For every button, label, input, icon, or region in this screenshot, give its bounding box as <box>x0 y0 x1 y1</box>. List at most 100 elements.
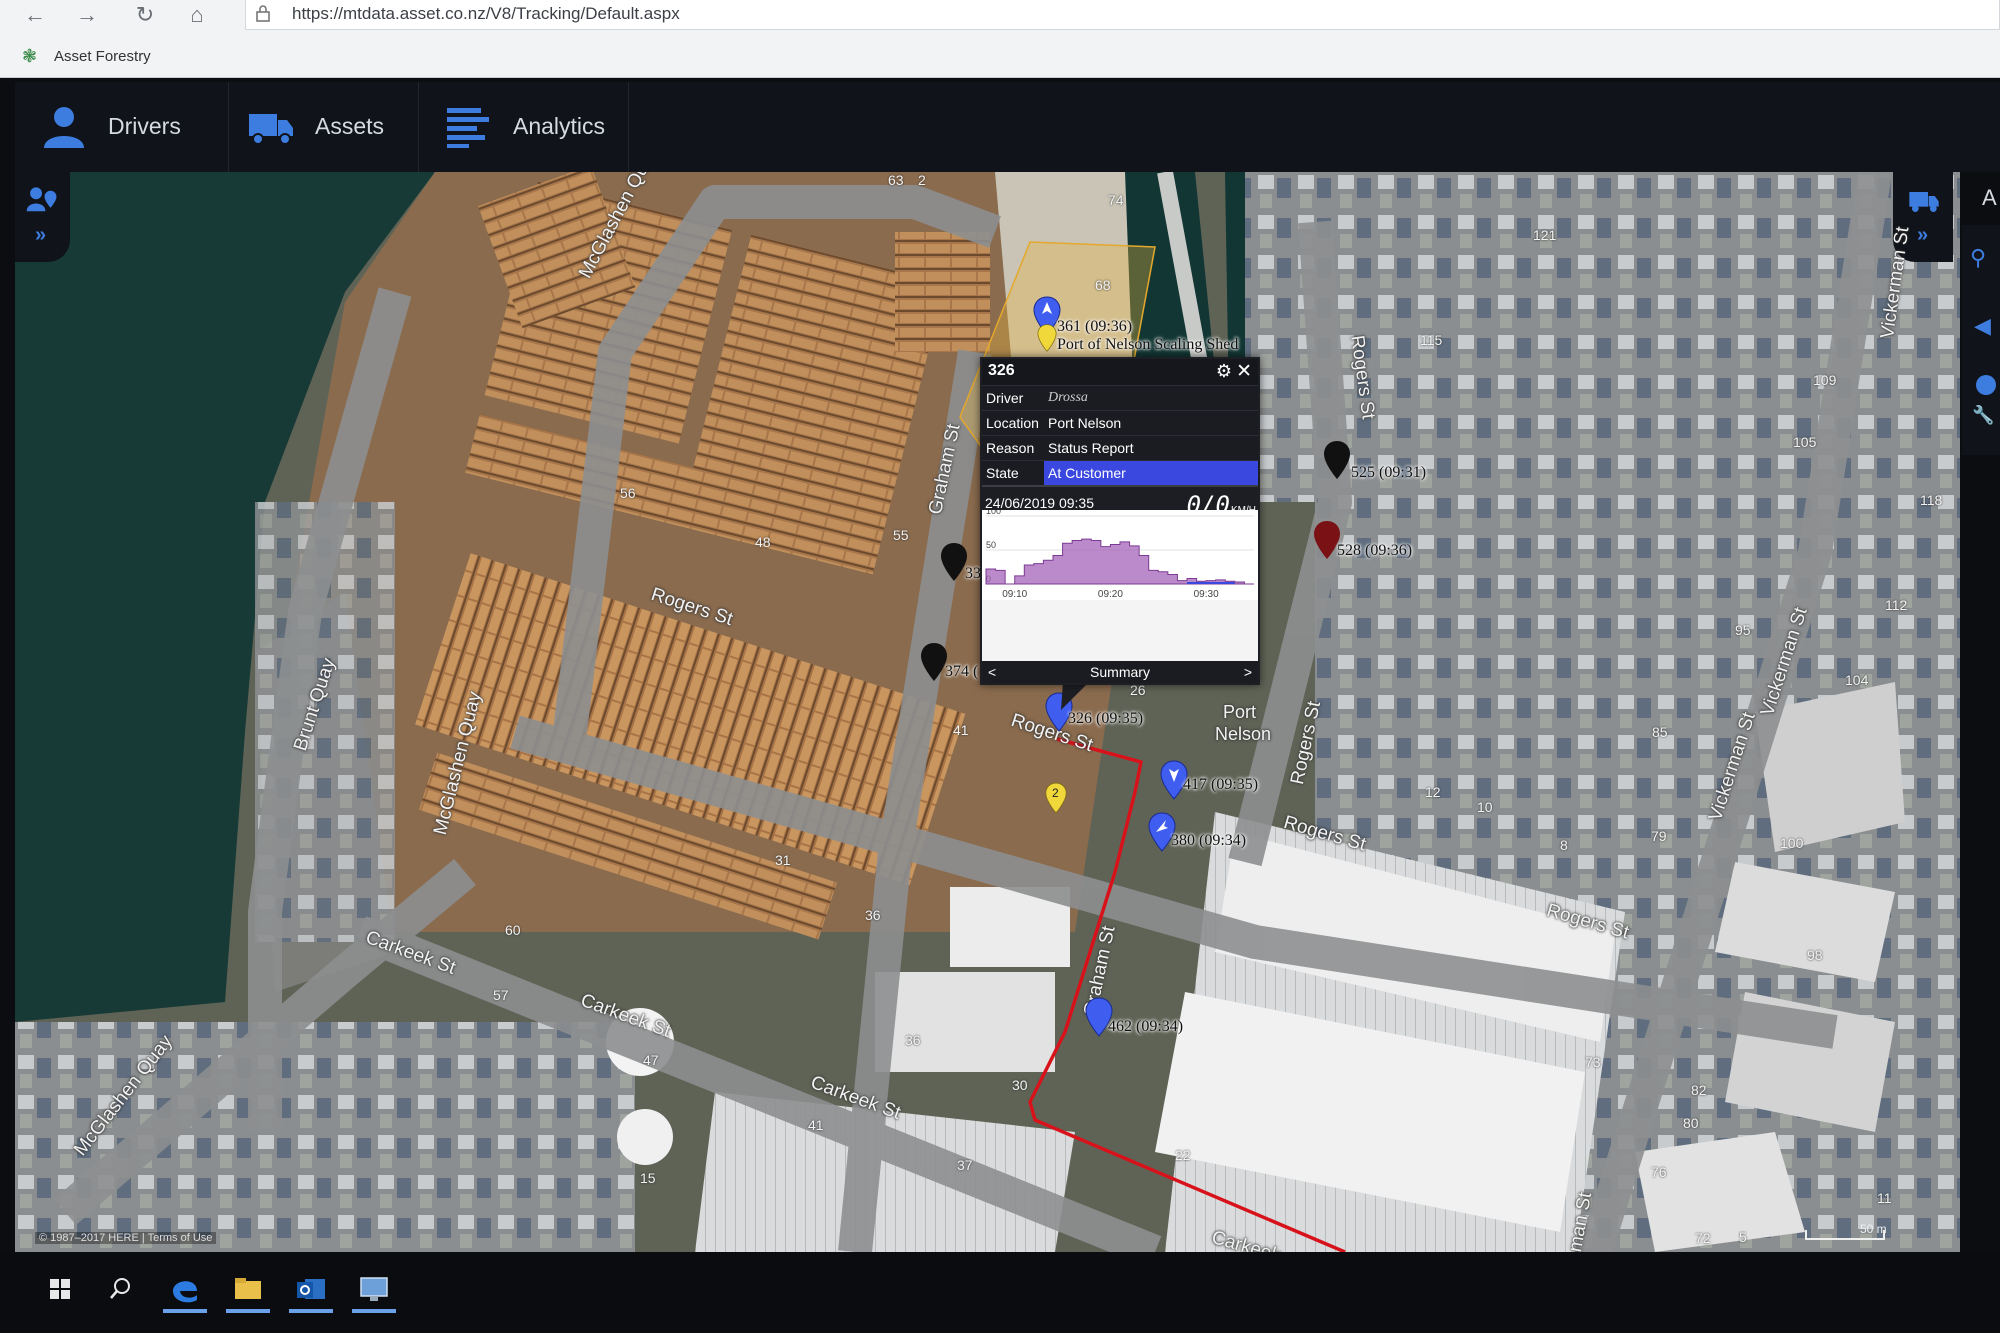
row-value: At Customer <box>1044 461 1258 485</box>
row-key: Reason <box>986 440 1035 456</box>
chart-y-tick-label: 100 <box>986 510 1001 516</box>
speed-chart: 10050009:1009:2009:30 <box>982 506 1258 600</box>
block-number: 79 <box>1651 828 1667 844</box>
popup-row-reason: Reason Status Report <box>982 435 1258 460</box>
prev-button[interactable]: < <box>988 664 996 680</box>
favorites-item[interactable]: ❃ Asset Forestry <box>22 42 151 70</box>
popup-row-location: Location Port Nelson <box>982 410 1258 435</box>
block-number: 8 <box>1560 837 1568 853</box>
popup-row-driver: Driver Drossa <box>982 385 1258 410</box>
marker-label: 417 (09:35) <box>1183 776 1259 793</box>
block-number: 109 <box>1813 372 1837 388</box>
chart-x-tick-label: 09:30 <box>1194 589 1219 600</box>
marker-label: 374 ( <box>945 663 979 680</box>
search-icon[interactable]: ⚲ <box>1970 245 1986 271</box>
url-text: https://mtdata.asset.co.nz/V8/Tracking/D… <box>292 4 680 23</box>
block-number: 112 <box>1885 597 1908 613</box>
truck-icon <box>249 114 293 145</box>
block-number: 5 <box>1739 1229 1747 1245</box>
block-number: 22 <box>1175 1147 1191 1163</box>
block-number: 30 <box>1012 1077 1028 1093</box>
next-button[interactable]: > <box>1244 664 1252 680</box>
block-number: 118 <box>1920 492 1943 508</box>
favorite-label: Asset Forestry <box>54 47 151 65</box>
block-number: 115 <box>1420 332 1443 348</box>
tab-assets[interactable]: Assets <box>247 96 384 156</box>
block-number: 104 <box>1845 672 1869 688</box>
expand-chevron-icon[interactable]: » <box>35 224 46 247</box>
block-number: 85 <box>1652 724 1668 740</box>
outlook-icon[interactable] <box>289 1267 333 1311</box>
tab-label: Drivers <box>108 112 181 139</box>
block-number: 80 <box>1683 1115 1699 1131</box>
marker-label: 525 (09:31) <box>1351 464 1427 481</box>
remote-desktop-icon[interactable] <box>352 1267 396 1311</box>
arrow-left-icon[interactable]: ◀ <box>1974 313 1991 339</box>
home-icon[interactable]: ⌂ <box>180 2 214 28</box>
marker-label: 361 (09:36) <box>1057 318 1133 335</box>
vehicle-marker-525[interactable] <box>1323 440 1351 480</box>
block-number: 55 <box>893 527 909 543</box>
marker-label: 326 (09:35) <box>1068 710 1144 727</box>
place-label: Nelson <box>1215 724 1272 744</box>
block-number: 56 <box>620 485 636 501</box>
popup-footer: < Summary > <box>982 661 1258 683</box>
block-number: 36 <box>905 1032 921 1048</box>
close-icon[interactable]: ✕ <box>1236 360 1252 383</box>
search-icon[interactable] <box>98 1267 142 1311</box>
tab-analytics[interactable]: Analytics <box>445 96 605 156</box>
vehicle-marker-374[interactable] <box>920 642 948 682</box>
satellite-map[interactable]: » » 63 2 74 68 121 115 109 105 118 112 9… <box>15 172 1960 1252</box>
analytics-icon <box>447 108 489 148</box>
active-app-indicator <box>226 1309 270 1313</box>
block-number: 10 <box>1477 799 1493 815</box>
block-number: 76 <box>1651 1164 1667 1180</box>
block-number: 41 <box>953 722 969 738</box>
block-number: 100 <box>1780 835 1804 851</box>
chart-x-tick-label: 09:20 <box>1098 589 1123 600</box>
popup-header: 326 ⚙ ✕ <box>982 359 1258 385</box>
row-key: State <box>986 465 1019 481</box>
forward-arrow-icon[interactable]: → <box>70 2 104 28</box>
wrench-icon[interactable]: 🔧 <box>1972 405 1994 426</box>
place-label: Port <box>1223 702 1257 722</box>
user-dot-icon[interactable] <box>1976 375 1996 395</box>
right-toolbar-strip: ⚲ ◀ 🔧 <box>1962 225 2000 455</box>
address-bar[interactable]: https://mtdata.asset.co.nz/V8/Tracking/D… <box>245 0 2000 30</box>
file-explorer-icon[interactable] <box>226 1267 270 1311</box>
block-number: 60 <box>505 922 521 938</box>
truck-icon <box>1909 192 1939 212</box>
chart-y-tick-label: 50 <box>986 540 996 550</box>
expand-chevron-icon[interactable]: » <box>1917 224 1928 247</box>
block-number: 57 <box>493 987 509 1003</box>
windows-start-icon[interactable] <box>38 1267 82 1311</box>
back-arrow-icon[interactable]: ← <box>18 2 52 28</box>
marker-label: 462 (09:34) <box>1108 1018 1184 1035</box>
poi-marker-scaling-shed[interactable] <box>1037 324 1057 352</box>
vehicle-marker-331[interactable] <box>940 542 968 582</box>
block-number: 121 <box>1533 227 1557 243</box>
left-side-panel-tab[interactable]: » <box>15 172 70 262</box>
refresh-icon[interactable]: ↻ <box>128 2 162 28</box>
poi-marker-number: 2 <box>1052 786 1059 800</box>
block-number: 37 <box>957 1157 973 1173</box>
block-number: 36 <box>865 907 881 923</box>
speed-area-series <box>985 538 1254 585</box>
header-divider <box>628 82 629 172</box>
edge-browser-icon[interactable] <box>163 1267 207 1311</box>
marker-label: Port of Nelson Scaling Shed <box>1057 336 1239 353</box>
block-number: 15 <box>640 1170 656 1186</box>
popup-vehicle-id: 326 <box>988 362 1015 379</box>
block-number: 63 <box>888 172 904 188</box>
leaf-favicon-icon: ❃ <box>22 46 38 66</box>
block-number: 47 <box>643 1052 659 1068</box>
gear-icon[interactable]: ⚙ <box>1216 361 1232 382</box>
tab-drivers[interactable]: Drivers <box>40 96 181 156</box>
header-divider <box>418 82 419 172</box>
tab-label: Assets <box>315 112 385 139</box>
lock-icon <box>256 5 270 22</box>
block-number: 48 <box>755 534 771 550</box>
row-value: Status Report <box>1048 440 1134 456</box>
active-app-indicator <box>352 1309 396 1313</box>
status-datetime: 24/06/2019 09:35 <box>985 495 1094 511</box>
